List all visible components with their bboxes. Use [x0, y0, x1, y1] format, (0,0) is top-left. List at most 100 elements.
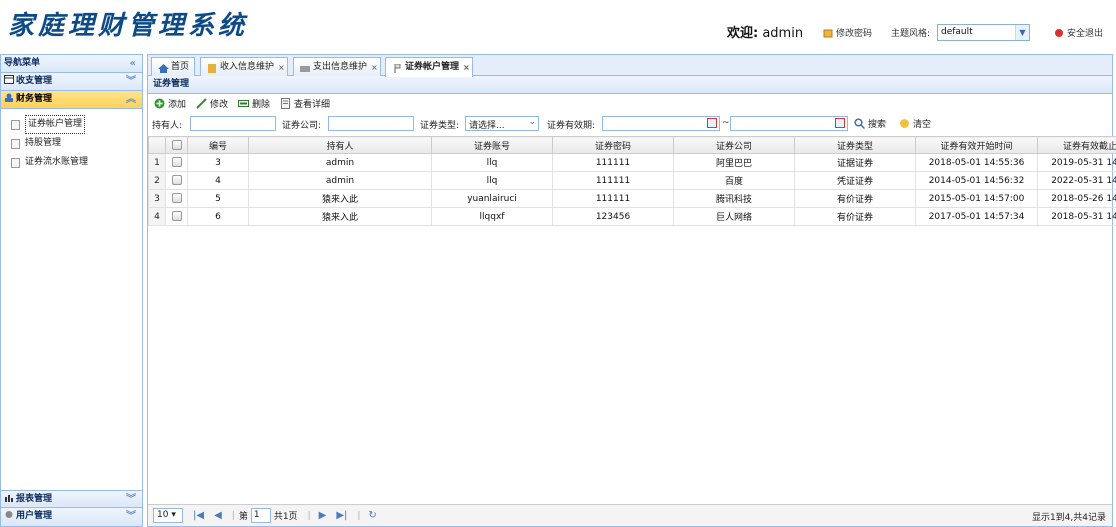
select-all-checkbox[interactable]	[165, 136, 188, 154]
theme-select[interactable]: default ▼	[937, 24, 1030, 41]
cell-account: llq	[431, 153, 553, 172]
row-checkbox[interactable]	[165, 189, 188, 208]
pagination: 10 ▾ |◀ ◀ | 第 1 共1页 | ▶ ▶| | ↻ 显示1到4,共4记…	[148, 504, 1112, 526]
add-button[interactable]: 添加	[154, 97, 186, 110]
cell-type: 有价证券	[794, 189, 916, 208]
column-header[interactable]: 编号	[187, 136, 249, 154]
column-header[interactable]: 证券密码	[552, 136, 674, 154]
column-header[interactable]: 证券公司	[673, 136, 795, 154]
column-header[interactable]: 证券账号	[431, 136, 553, 154]
tab-income[interactable]: 收入信息维护 ×	[200, 57, 288, 76]
last-page-icon[interactable]: ▶|	[336, 510, 347, 521]
pencil-icon	[196, 98, 207, 109]
cell-id: 6	[187, 207, 249, 226]
clear-button[interactable]: 清空	[899, 117, 931, 130]
cell-start: 2017-05-01 14:57:34	[915, 207, 1038, 226]
refresh-icon[interactable]: ↻	[368, 510, 376, 521]
type-select[interactable]: 请选择... ⌄	[465, 116, 539, 131]
row-checkbox[interactable]	[165, 153, 188, 172]
record-info: 显示1到4,共4记录	[1031, 513, 1106, 523]
section-reports[interactable]: 报表管理 ︾	[1, 490, 142, 508]
page-size-select[interactable]: 10 ▾	[153, 508, 183, 523]
prev-page-icon[interactable]: ◀	[214, 510, 222, 521]
first-page-icon[interactable]: |◀	[193, 510, 204, 521]
table-header: 编号 持有人 证券账号 证券密码 证券公司 证券类型 证券有效开始时间 证券有效…	[148, 136, 1116, 154]
cell-account: yuanlairuci	[431, 189, 553, 208]
chevron-down-icon: ︾	[126, 494, 136, 505]
section-users[interactable]: 用户管理 ︾	[1, 508, 142, 526]
calendar-icon[interactable]	[835, 118, 845, 128]
next-page-icon[interactable]: ▶	[319, 510, 327, 521]
row-number: 1	[148, 153, 166, 172]
cell-end: 2018-05-26 14:57:06	[1037, 189, 1116, 208]
cell-end: 2022-05-31 14:56:37	[1037, 171, 1116, 190]
holder-input[interactable]	[190, 116, 276, 131]
cell-account: llqqxf	[431, 207, 553, 226]
section-income-expense[interactable]: 收支管理 ︾	[1, 73, 142, 91]
row-number: 4	[148, 207, 166, 226]
cell-type: 凭证证券	[794, 171, 916, 190]
start-date-input[interactable]	[602, 116, 720, 131]
tree-item-security-ledger[interactable]: 证券流水账管理	[11, 153, 142, 172]
holder-label: 持有人:	[152, 121, 183, 131]
table-row[interactable]: 4 6 猿来入此 llqqxf 123456 巨人网络 有价证券 2017-05…	[148, 207, 1116, 226]
cell-company: 百度	[673, 171, 795, 190]
edit-button[interactable]: 修改	[196, 97, 228, 110]
cell-start: 2015-05-01 14:57:00	[915, 189, 1038, 208]
chevron-down-icon: ︾	[126, 511, 136, 522]
end-date-input[interactable]	[730, 116, 848, 131]
company-input[interactable]	[328, 116, 414, 131]
column-header[interactable]: 持有人	[248, 136, 432, 154]
table-row[interactable]: 2 4 admin llq 111111 百度 凭证证券 2014-05-01 …	[148, 171, 1116, 190]
tab-security-account[interactable]: 证券帐户管理 ×	[385, 57, 473, 77]
close-icon[interactable]: ×	[463, 59, 470, 76]
row-checkbox[interactable]	[165, 207, 188, 226]
cell-company: 腾讯科技	[673, 189, 795, 208]
nav-panel: 导航菜单 « 收支管理 ︾ 财务管理 ︽ 证券帐户管理 持股管理 证券流水账管理 报表…	[0, 54, 143, 527]
coin-icon	[207, 63, 217, 73]
page-input[interactable]: 1	[250, 508, 271, 523]
document-icon	[280, 98, 291, 109]
tab-expense[interactable]: 支出信息维护 ×	[293, 57, 381, 76]
cell-password: 111111	[552, 189, 674, 208]
close-icon[interactable]: ×	[371, 59, 378, 76]
cell-company: 阿里巴巴	[673, 153, 795, 172]
view-detail-button[interactable]: 查看详细	[280, 97, 330, 110]
calendar-icon[interactable]	[707, 118, 717, 128]
cell-end: 2019-05-31 14:55:42	[1037, 153, 1116, 172]
tab-bar: 首页 收入信息维护 × 支出信息维护 × 证券帐户管理 ×	[148, 55, 1112, 77]
cell-start: 2018-05-01 14:55:36	[915, 153, 1038, 172]
toolbar: 添加 修改 删除 查看详细	[148, 94, 1112, 113]
app-logo: 家庭理财管理系统	[8, 11, 249, 41]
tab-home[interactable]: 首页	[151, 57, 195, 76]
flag-icon	[392, 63, 402, 73]
key-icon	[823, 28, 833, 38]
search-button[interactable]: 搜索	[854, 117, 886, 130]
rownum-header	[148, 136, 166, 154]
page-prefix: 第	[238, 512, 248, 522]
chevron-down-icon: ▼	[1015, 25, 1029, 40]
section-finance[interactable]: 财务管理 ︽	[1, 91, 142, 109]
page-icon	[11, 138, 20, 149]
row-checkbox[interactable]	[165, 171, 188, 190]
cell-company: 巨人网络	[673, 207, 795, 226]
column-header[interactable]: 证券有效开始时间	[915, 136, 1038, 154]
pen-icon	[300, 63, 310, 72]
table-row[interactable]: 3 5 猿来入此 yuanlairuci 111111 腾讯科技 有价证券 20…	[148, 189, 1116, 208]
page-total: 共1页	[273, 512, 298, 522]
search-bar: 持有人: 证券公司: 证券类型: 请选择... ⌄ 证券有效期: ~ 搜索 清空	[148, 113, 1112, 133]
table-row[interactable]: 1 3 admin llq 111111 阿里巴巴 证据证券 2018-05-0…	[148, 153, 1116, 172]
collapse-icon[interactable]: «	[130, 55, 136, 72]
change-password-link[interactable]: 修改密码	[823, 26, 872, 39]
cell-type: 有价证券	[794, 207, 916, 226]
close-icon[interactable]: ×	[278, 59, 285, 76]
tree-item-holdings[interactable]: 持股管理	[11, 134, 142, 153]
logout-link[interactable]: 安全退出	[1054, 26, 1103, 39]
tree-item-security-account[interactable]: 证券帐户管理	[11, 115, 142, 134]
finance-tree: 证券帐户管理 持股管理 证券流水账管理	[1, 109, 142, 172]
main-panel: 首页 收入信息维护 × 支出信息维护 × 证券帐户管理 × 证券管理 添加 修改 删除…	[147, 54, 1116, 527]
column-header[interactable]: 证券类型	[794, 136, 916, 154]
delete-button[interactable]: 删除	[238, 97, 270, 110]
column-header[interactable]: 证券有效截止时间	[1037, 136, 1116, 154]
search-icon	[854, 118, 866, 130]
